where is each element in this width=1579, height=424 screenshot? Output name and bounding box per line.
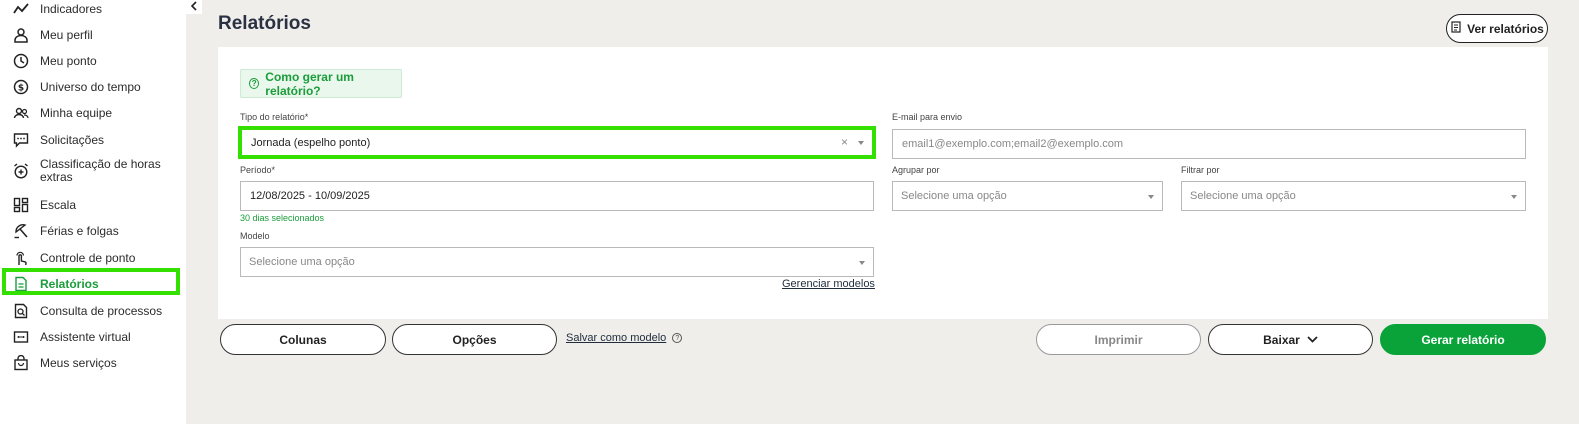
ver-relatorios-button[interactable]: Ver relatórios xyxy=(1446,14,1548,43)
chevron-down-icon xyxy=(1511,195,1517,199)
help-link[interactable]: ? Como gerar um relatório? xyxy=(240,69,402,98)
sidebar-item-classificacao-horas-extras[interactable]: Classificação de horas extras xyxy=(12,158,180,184)
chart-line-icon xyxy=(12,0,30,18)
sidebar-item-meu-perfil[interactable]: Meu perfil xyxy=(12,26,180,44)
question-icon: ? xyxy=(249,78,260,89)
gerar-relatorio-button[interactable]: Gerar relatório xyxy=(1380,324,1546,355)
sidebar-item-label: Consulta de processos xyxy=(40,303,163,318)
page-title: Relatórios xyxy=(218,13,311,34)
tipo-select[interactable]: Jornada (espelho ponto) × xyxy=(242,130,872,155)
sidebar-item-controle-de-ponto[interactable]: Controle de ponto xyxy=(12,249,180,267)
sidebar-item-meu-ponto[interactable]: Meu ponto xyxy=(12,52,180,70)
team-icon xyxy=(12,104,30,122)
dollar-circle-icon: $ xyxy=(12,78,30,96)
sidebar-item-label: Escala xyxy=(40,197,77,212)
sidebar-item-universo-do-tempo[interactable]: $ Universo do tempo xyxy=(12,78,180,96)
sidebar-item-minha-equipe[interactable]: Minha equipe xyxy=(12,104,180,122)
sidebar-item-label: Assistente virtual xyxy=(40,329,131,344)
sidebar: Indicadores Meu perfil Meu ponto $ Unive… xyxy=(0,0,186,424)
tipo-label: Tipo do relatório* xyxy=(240,112,309,122)
filtrar-placeholder: Selecione uma opção xyxy=(1190,190,1296,202)
sidebar-collapse-button[interactable] xyxy=(186,0,202,14)
periodo-label: Período* xyxy=(240,165,276,175)
chevron-down-icon xyxy=(1148,195,1154,199)
email-field[interactable]: email1@exemplo.com;email2@exemplo.com xyxy=(892,129,1526,159)
filtrar-label: Filtrar por xyxy=(1181,165,1220,175)
report-list-icon xyxy=(1450,21,1467,36)
chevron-left-icon xyxy=(190,0,198,16)
sidebar-item-label: Meu perfil xyxy=(40,27,93,42)
periodo-value: 12/08/2025 - 10/09/2025 xyxy=(250,190,370,202)
modelo-select[interactable]: Selecione uma opção xyxy=(240,247,874,277)
sidebar-item-consulta-de-processos[interactable]: Consulta de processos xyxy=(12,302,180,320)
colunas-button[interactable]: Colunas xyxy=(220,324,386,355)
sidebar-item-escala[interactable]: Escala xyxy=(12,196,180,214)
agrupar-label: Agrupar por xyxy=(892,165,940,175)
sidebar-item-solicitacoes[interactable]: Solicitações xyxy=(12,131,180,149)
touch-icon xyxy=(12,249,30,267)
tipo-value: Jornada (espelho ponto) xyxy=(251,136,371,149)
salvar-modelo-link[interactable]: Salvar como modelo ? xyxy=(566,332,683,344)
imprimir-button[interactable]: Imprimir xyxy=(1036,324,1201,355)
chevron-down-icon xyxy=(858,141,864,145)
search-document-icon xyxy=(12,302,30,320)
ver-relatorios-label: Ver relatórios xyxy=(1467,21,1544,36)
svg-text:$: $ xyxy=(18,84,24,94)
sidebar-item-assistente-virtual[interactable]: Assistente virtual xyxy=(12,328,180,346)
robot-icon xyxy=(12,328,30,346)
chevron-down-icon xyxy=(1307,336,1318,343)
gerenciar-modelos-link[interactable]: Gerenciar modelos xyxy=(782,278,875,290)
sidebar-item-meus-servicos[interactable]: Meus serviços xyxy=(12,354,180,372)
periodo-field[interactable]: 12/08/2025 - 10/09/2025 xyxy=(240,181,874,211)
sidebar-item-label: Meu ponto xyxy=(40,53,97,68)
salvar-modelo-label: Salvar como modelo xyxy=(566,332,667,344)
sidebar-item-label: Férias e folgas xyxy=(40,223,119,238)
modelo-label: Modelo xyxy=(240,231,270,241)
sidebar-item-ferias-folgas[interactable]: Férias e folgas xyxy=(12,222,180,240)
chat-icon xyxy=(12,131,30,149)
chevron-down-icon xyxy=(859,261,865,265)
opcoes-button[interactable]: Opções xyxy=(392,324,557,355)
agrupar-select[interactable]: Selecione uma opção xyxy=(892,181,1163,211)
filtrar-select[interactable]: Selecione uma opção xyxy=(1181,181,1526,211)
sidebar-item-indicadores[interactable]: Indicadores xyxy=(12,0,180,18)
beach-umbrella-icon xyxy=(12,222,30,240)
periodo-hint: 30 dias selecionados xyxy=(240,213,325,223)
bag-icon xyxy=(12,354,30,372)
modelo-placeholder: Selecione uma opção xyxy=(249,256,355,268)
sidebar-item-label: Classificação de horas extras xyxy=(40,157,161,184)
user-icon xyxy=(12,26,30,44)
clear-icon[interactable]: × xyxy=(841,135,848,149)
alarm-plus-icon xyxy=(12,162,30,180)
email-label: E-mail para envio xyxy=(892,112,963,122)
sidebar-item-label: Solicitações xyxy=(40,132,105,147)
active-item-highlight xyxy=(2,268,180,295)
question-icon: ? xyxy=(672,333,683,343)
sidebar-item-label: Indicadores xyxy=(40,1,103,16)
sidebar-item-label: Controle de ponto xyxy=(40,250,136,265)
sidebar-item-label: Universo do tempo xyxy=(40,79,141,94)
sidebar-item-label: Minha equipe xyxy=(40,105,113,120)
grid-icon xyxy=(12,196,30,214)
baixar-button[interactable]: Baixar xyxy=(1208,324,1373,355)
clock-icon xyxy=(12,52,30,70)
agrupar-placeholder: Selecione uma opção xyxy=(901,190,1007,202)
baixar-label: Baixar xyxy=(1263,332,1300,347)
email-placeholder: email1@exemplo.com;email2@exemplo.com xyxy=(902,138,1124,150)
help-link-label: Como gerar um relatório? xyxy=(265,69,354,98)
sidebar-item-label: Meus serviços xyxy=(40,355,117,370)
